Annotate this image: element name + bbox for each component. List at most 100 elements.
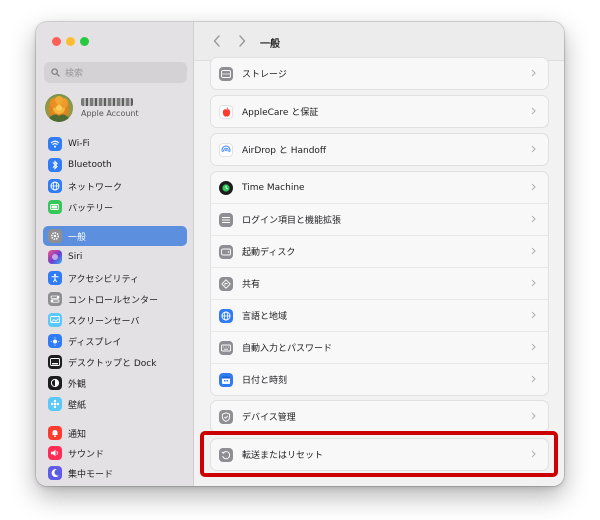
- row-applecare[interactable]: AppleCare と保証: [211, 96, 548, 127]
- apple-account[interactable]: Apple Account: [45, 92, 185, 124]
- chevron-right-icon: [531, 145, 536, 153]
- chevron-right-icon: [531, 375, 536, 383]
- storage-icon: [219, 66, 233, 81]
- account-name-blurred: [81, 98, 133, 106]
- sidebar-item-label: サウンド: [68, 449, 105, 460]
- sidebar-item-focus[interactable]: 集中モード: [43, 463, 187, 483]
- sidebar-item-label: スクリーンセーバ: [68, 316, 140, 327]
- sidebar-item-label: Siri: [68, 252, 83, 262]
- sidebar-item-notifications[interactable]: 通知: [43, 423, 187, 443]
- row-storage[interactable]: ストレージ: [211, 58, 548, 89]
- calendar-icon: [219, 372, 233, 387]
- row-label: ストレージ: [242, 70, 287, 80]
- highlight-box: [200, 431, 558, 477]
- chevron-left-icon[interactable]: [213, 35, 221, 47]
- account-subtitle: Apple Account: [81, 109, 139, 118]
- sidebar-item-control-center[interactable]: コントロールセンター: [43, 289, 187, 309]
- sidebar-item-label: 一般: [68, 232, 87, 243]
- sidebar-item-label: ネットワーク: [68, 182, 123, 193]
- sidebar-item-bluetooth[interactable]: Bluetooth: [43, 155, 187, 175]
- sidebar-item-appearance[interactable]: 外観: [43, 373, 187, 393]
- battery-icon: [48, 200, 62, 214]
- sidebar-item-label: ディスプレイ: [68, 337, 122, 348]
- row-label: Time Machine: [242, 182, 305, 193]
- main-content: 一般 ストレージ AppleCare と保証 AirDrop と Handoff…: [194, 22, 564, 486]
- sidebar-item-label: アクセシビリティ: [68, 274, 140, 285]
- siri-icon: [48, 250, 62, 264]
- sharing-icon: [219, 276, 233, 291]
- chevron-right-icon: [531, 279, 536, 287]
- sidebar-item-label: デスクトップと Dock: [68, 358, 157, 369]
- airdrop-icon: [219, 142, 233, 157]
- row-startup-disk[interactable]: 起動ディスク: [211, 235, 548, 267]
- display-icon: [48, 334, 62, 348]
- row-autofill-passwords[interactable]: 自動入力とパスワード: [211, 331, 548, 363]
- chevron-right-icon: [531, 215, 536, 223]
- sidebar: 検索 Apple Account Wi-Fi Bluetooth ネットワーク …: [36, 22, 194, 486]
- dock-icon: [48, 355, 62, 369]
- device-management-icon: [219, 409, 233, 424]
- sidebar-item-wifi[interactable]: Wi-Fi: [43, 134, 187, 154]
- row-label: 自動入力とパスワード: [242, 344, 333, 354]
- sidebar-item-screensaver[interactable]: スクリーンセーバ: [43, 310, 187, 330]
- row-login-items[interactable]: ログイン項目と機能拡張: [211, 203, 548, 235]
- sound-icon: [48, 446, 62, 460]
- sidebar-item-sound[interactable]: サウンド: [43, 443, 187, 463]
- row-language-region[interactable]: 言語と地域: [211, 299, 548, 331]
- focus-icon: [48, 466, 62, 480]
- title-bar: 一般: [194, 22, 564, 61]
- sidebar-item-label: 外観: [68, 379, 87, 390]
- row-airdrop[interactable]: AirDrop と Handoff: [211, 134, 548, 165]
- sidebar-item-general[interactable]: 一般: [43, 226, 187, 246]
- row-label: 言語と地域: [242, 312, 288, 322]
- accessibility-icon: [48, 271, 62, 285]
- sidebar-item-label: バッテリー: [68, 203, 114, 214]
- gear-icon: [48, 229, 62, 243]
- sidebar-item-wallpaper[interactable]: 壁紙: [43, 394, 187, 414]
- group-applecare: AppleCare と保証: [210, 95, 549, 128]
- search-placeholder: 検索: [65, 69, 84, 79]
- row-date-time[interactable]: 日付と時刻: [211, 363, 548, 395]
- sidebar-item-label: 壁紙: [68, 400, 87, 411]
- sidebar-item-label: 集中モード: [68, 469, 114, 480]
- group-device-management: デバイス管理: [210, 400, 549, 433]
- zoom-window-button[interactable]: [80, 37, 89, 46]
- sidebar-item-display[interactable]: ディスプレイ: [43, 331, 187, 351]
- row-sharing[interactable]: 共有: [211, 267, 548, 299]
- avatar: [45, 94, 73, 122]
- row-label: 共有: [242, 280, 261, 290]
- chevron-right-icon: [531, 343, 536, 351]
- chevron-right-icon: [531, 247, 536, 255]
- row-label: AirDrop と Handoff: [242, 146, 327, 156]
- minimize-window-button[interactable]: [66, 37, 75, 46]
- sidebar-item-network[interactable]: ネットワーク: [43, 176, 187, 196]
- chevron-right-icon: [531, 69, 536, 77]
- close-window-button[interactable]: [52, 37, 61, 46]
- sidebar-item-label: Bluetooth: [68, 160, 112, 170]
- sidebar-item-desktop-dock[interactable]: デスクトップと Dock: [43, 352, 187, 372]
- group-airdrop: AirDrop と Handoff: [210, 133, 549, 166]
- group-system: Time Machine ログイン項目と機能拡張 起動ディスク 共有 言語と地域…: [210, 171, 549, 396]
- startup-disk-icon: [219, 244, 233, 259]
- row-label: ログイン項目と機能拡張: [242, 216, 342, 226]
- control-center-icon: [48, 292, 62, 306]
- wallpaper-icon: [48, 397, 62, 411]
- row-device-management[interactable]: デバイス管理: [211, 401, 548, 432]
- sidebar-item-siri[interactable]: Siri: [43, 247, 187, 267]
- sidebar-item-accessibility[interactable]: アクセシビリティ: [43, 268, 187, 288]
- search-input[interactable]: 検索: [44, 62, 187, 83]
- appearance-icon: [48, 376, 62, 390]
- sidebar-item-label: コントロールセンター: [68, 295, 159, 306]
- chevron-right-icon: [531, 107, 536, 115]
- chevron-right-icon[interactable]: [238, 35, 246, 47]
- list-icon: [219, 212, 233, 227]
- apple-icon: [219, 104, 233, 119]
- row-label: 起動ディスク: [242, 248, 296, 258]
- row-label: AppleCare と保証: [242, 108, 319, 118]
- sidebar-item-label: 通知: [68, 429, 87, 440]
- row-time-machine[interactable]: Time Machine: [211, 172, 548, 203]
- time-machine-icon: [219, 180, 233, 195]
- globe-icon: [48, 179, 62, 193]
- page-title: 一般: [260, 39, 280, 50]
- sidebar-item-battery[interactable]: バッテリー: [43, 197, 187, 217]
